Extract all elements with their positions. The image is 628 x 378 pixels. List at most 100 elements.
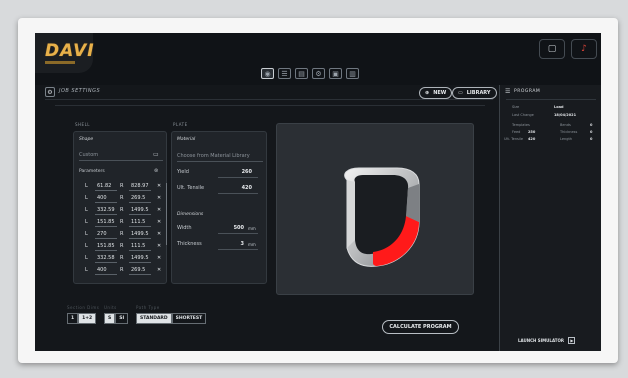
row-r-value[interactable]: 269.5: [131, 195, 145, 201]
plate-panel: Material Choose from Material Library Yi…: [171, 131, 267, 284]
r-underline: [129, 214, 151, 215]
remove-row-icon[interactable]: ✕: [157, 219, 161, 225]
app-logo: DAVI: [45, 41, 95, 61]
row-l-value[interactable]: 400: [97, 267, 107, 273]
l-underline: [95, 226, 117, 227]
row-l-key: L: [85, 207, 88, 213]
row-r-value[interactable]: 111.5: [131, 219, 145, 225]
document-icon[interactable]: ▤: [295, 68, 308, 79]
yield-underline: [218, 177, 258, 178]
row-l-value[interactable]: 400: [97, 195, 107, 201]
3d-viewport[interactable]: [276, 123, 474, 295]
parameter-row: L 332.59 R 1499.5 ✕: [79, 205, 161, 215]
option-1[interactable]: 1: [67, 313, 79, 324]
row-l-value[interactable]: 332.58: [97, 255, 115, 261]
calculate-program-button[interactable]: CALCULATE PROGRAM: [382, 320, 459, 334]
new-button[interactable]: ⊕ NEW: [419, 87, 453, 99]
row-r-value[interactable]: 1499.5: [131, 207, 149, 213]
row-r-value[interactable]: 1499.5: [131, 255, 149, 261]
r-underline: [129, 202, 151, 203]
l-underline: [95, 238, 117, 239]
r-underline: [129, 226, 151, 227]
row-r-value[interactable]: 111.5: [131, 243, 145, 249]
thickness-label: Thickness: [177, 241, 202, 247]
remove-row-icon[interactable]: ✕: [157, 195, 161, 201]
notes-icon: ▢: [547, 44, 557, 54]
l-underline: [95, 214, 117, 215]
last-change-key: Last Change: [512, 113, 534, 117]
shape-select[interactable]: Custom: [79, 152, 98, 158]
row-r-value[interactable]: 1499.5: [131, 231, 149, 237]
material-select[interactable]: Choose from Material Library: [177, 153, 250, 159]
remove-row-icon[interactable]: ✕: [157, 255, 161, 261]
yield-input[interactable]: 260: [226, 169, 252, 175]
section-dims-label: Section Dims: [67, 305, 100, 310]
ult-tensile-input[interactable]: 420: [226, 185, 252, 191]
last-change-value: 18/04/2021: [554, 113, 577, 117]
list-icon[interactable]: ☰: [278, 68, 291, 79]
r-underline: [129, 274, 151, 275]
logo-plate: DAVI: [35, 33, 95, 73]
job-settings-icon: ⚙: [45, 87, 55, 97]
launch-simulator-button[interactable]: LAUNCH SIMULATOR ▶: [518, 337, 576, 344]
row-l-key: L: [85, 267, 88, 273]
row-l-value[interactable]: 270: [97, 231, 107, 237]
remove-row-icon[interactable]: ✕: [157, 267, 161, 273]
remove-row-icon[interactable]: ✕: [157, 183, 161, 189]
l-underline: [95, 262, 117, 263]
width-underline: [218, 233, 258, 234]
ult-tensile-underline: [218, 193, 258, 194]
plate-section-label: PLATE: [173, 122, 188, 127]
notifications-button[interactable]: ♪: [571, 39, 597, 59]
templates-key: Templates: [512, 123, 530, 127]
remove-row-icon[interactable]: ✕: [157, 231, 161, 237]
yield-label: Yield: [177, 169, 189, 175]
row-r-key: R: [120, 195, 124, 201]
option-shortest[interactable]: SHORTEST: [171, 313, 207, 324]
row-r-value[interactable]: 269.5: [131, 267, 145, 273]
remove-row-icon[interactable]: ✕: [157, 207, 161, 213]
option-si[interactable]: SI: [115, 313, 129, 324]
plus-icon: ⊕: [425, 90, 430, 96]
image-icon[interactable]: ▣: [329, 68, 342, 79]
path-type-label: Path Type: [136, 305, 160, 310]
parameters-menu-icon[interactable]: ⊜: [154, 168, 158, 174]
row-r-value[interactable]: 828.97: [131, 183, 149, 189]
remove-row-icon[interactable]: ✕: [157, 243, 161, 249]
notes-button[interactable]: ▢: [539, 39, 565, 59]
view-icon[interactable]: ◉: [261, 68, 274, 79]
job-settings-title: JOB SETTINGS: [59, 88, 101, 94]
thickness-input[interactable]: 3: [220, 241, 244, 247]
r-underline: [129, 250, 151, 251]
row-l-value[interactable]: 332.59: [97, 207, 115, 213]
l-underline: [95, 274, 117, 275]
row-l-value[interactable]: 61.82: [97, 183, 111, 189]
option-s[interactable]: S: [104, 313, 116, 324]
new-label: NEW: [433, 90, 447, 96]
parameters-scrollbar[interactable]: [166, 183, 167, 245]
settings-icon[interactable]: ⚙: [312, 68, 325, 79]
row-r-key: R: [120, 243, 124, 249]
section-divider: [55, 105, 485, 106]
width-input[interactable]: 500: [220, 225, 244, 231]
row-l-value[interactable]: 151.85: [97, 219, 115, 225]
row-l-value[interactable]: 151.85: [97, 243, 115, 249]
option-1-plus-2[interactable]: 1+2: [78, 313, 97, 324]
r-underline: [129, 190, 151, 191]
path-type-toggle: STANDARD SHORTEST: [136, 313, 207, 324]
row-l-key: L: [85, 243, 88, 249]
program-menu-icon[interactable]: ☰: [505, 88, 510, 95]
parameter-row: L 270 R 1499.5 ✕: [79, 229, 161, 239]
thickness-key: Thickness: [560, 130, 578, 134]
library-button[interactable]: ▭ LIBRARY: [452, 87, 497, 99]
option-standard[interactable]: STANDARD: [136, 313, 172, 324]
r-underline: [129, 238, 151, 239]
parameter-row: L 151.85 R 111.5 ✕: [79, 217, 161, 227]
folder-icon[interactable]: ▭: [153, 151, 159, 158]
shape-label: Shape: [79, 137, 94, 142]
file-icon[interactable]: ▥: [346, 68, 359, 79]
library-label: LIBRARY: [466, 90, 491, 96]
feed-key: Feed: [512, 130, 521, 134]
shell-model-render: [344, 167, 420, 267]
top-bar: DAVI ◉ ☰ ▤ ⚙ ▣ ▥ ▢ ♪: [35, 33, 601, 85]
